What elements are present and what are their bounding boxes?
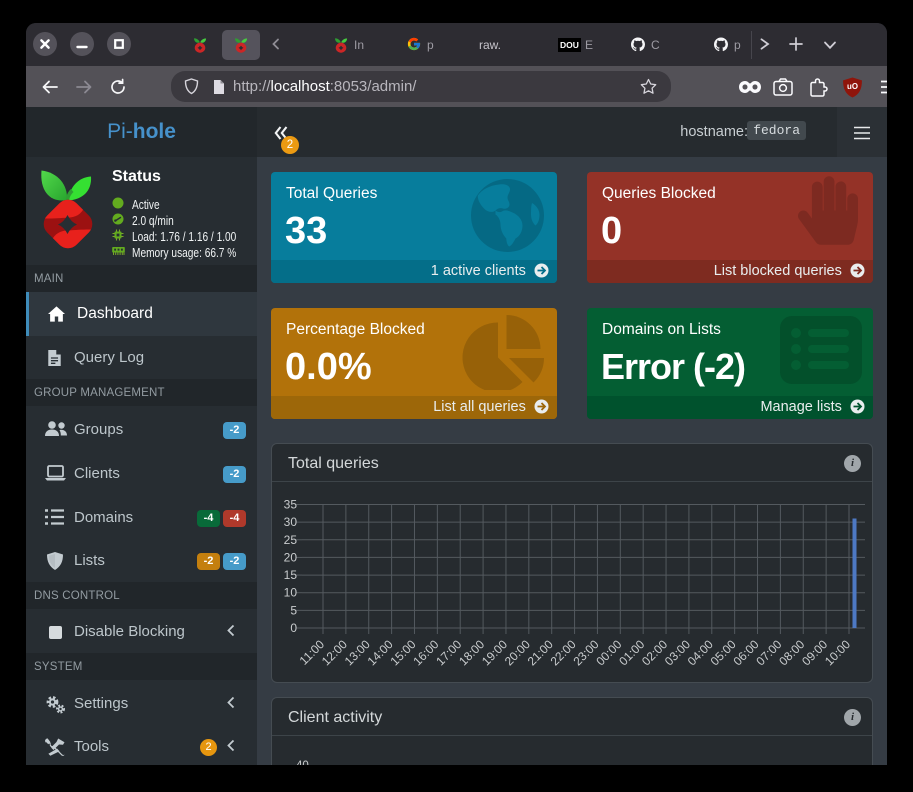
svg-text:12:00: 12:00: [319, 637, 350, 668]
svg-text:01:00: 01:00: [616, 637, 647, 668]
svg-text:15: 15: [284, 568, 298, 582]
svg-text:05:00: 05:00: [708, 637, 739, 668]
svg-text:15:00: 15:00: [387, 637, 418, 668]
svg-text:22:00: 22:00: [548, 637, 579, 668]
svg-text:20:00: 20:00: [502, 637, 533, 668]
svg-text:30: 30: [284, 515, 298, 529]
svg-text:21:00: 21:00: [525, 637, 556, 668]
svg-text:00:00: 00:00: [593, 637, 624, 668]
svg-text:07:00: 07:00: [753, 637, 784, 668]
svg-text:08:00: 08:00: [776, 637, 807, 668]
svg-text:13:00: 13:00: [342, 637, 373, 668]
svg-text:09:00: 09:00: [799, 637, 830, 668]
svg-text:06:00: 06:00: [731, 637, 762, 668]
svg-text:17:00: 17:00: [433, 637, 464, 668]
svg-text:02:00: 02:00: [639, 637, 670, 668]
svg-text:16:00: 16:00: [410, 637, 441, 668]
svg-text:04:00: 04:00: [685, 637, 716, 668]
svg-text:25: 25: [284, 533, 298, 547]
svg-text:23:00: 23:00: [570, 637, 601, 668]
svg-text:20: 20: [284, 550, 298, 564]
svg-text:10: 10: [284, 586, 298, 600]
svg-text:35: 35: [284, 498, 298, 512]
svg-text:19:00: 19:00: [479, 637, 510, 668]
svg-text:10:00: 10:00: [822, 637, 853, 668]
svg-text:5: 5: [290, 603, 297, 617]
svg-text:18:00: 18:00: [456, 637, 487, 668]
svg-text:03:00: 03:00: [662, 637, 693, 668]
svg-text:uO: uO: [847, 82, 858, 91]
svg-text:14:00: 14:00: [365, 637, 396, 668]
svg-text:0: 0: [290, 621, 297, 635]
